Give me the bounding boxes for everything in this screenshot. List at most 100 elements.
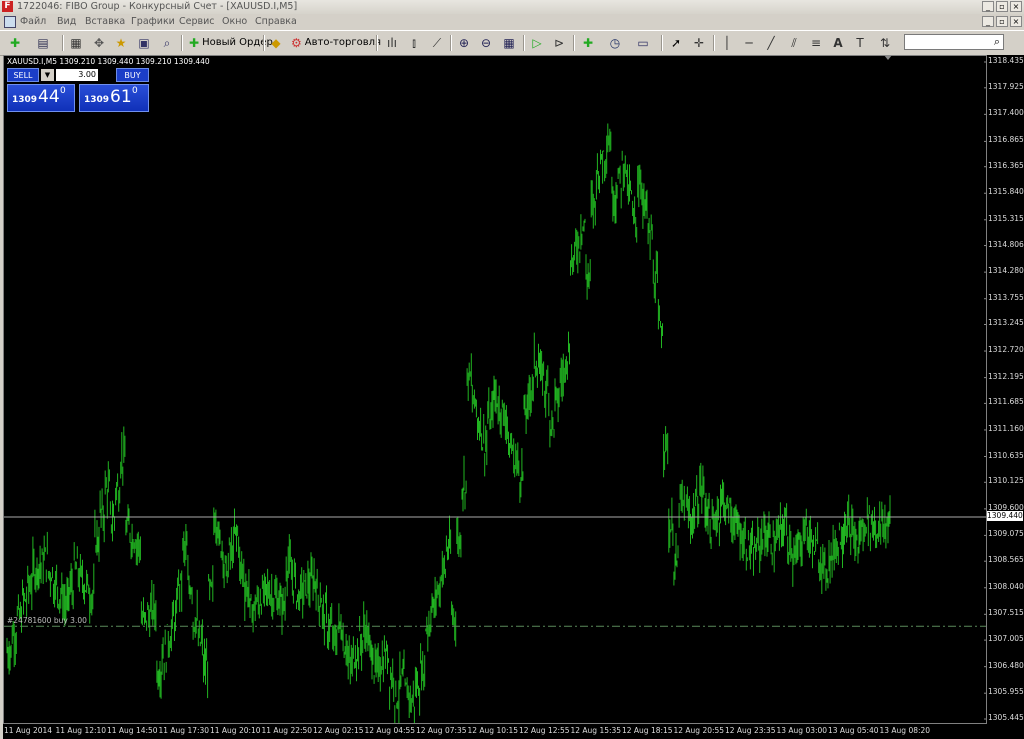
y-tick-label: 1312.720 [988, 345, 1024, 355]
title-bar: F 1722046: FIBO Group - Конкурсный Счет … [0, 0, 1024, 15]
navigator-icon[interactable]: ✥ [90, 34, 108, 51]
buy-price-big: 61 [110, 87, 132, 107]
y-tick-label: 1313.755 [988, 292, 1024, 302]
lot-size-field[interactable]: 3.00 [56, 69, 98, 81]
x-tick-label: 13 Aug 05:40 [828, 726, 879, 735]
y-tick-label: 1314.280 [988, 266, 1024, 276]
menu-bar: Файл Вид Вставка Графики Сервис Окно Спр… [0, 14, 1024, 30]
zoom-in-icon[interactable]: ⊕ [455, 34, 473, 51]
y-tick-label: 1315.315 [988, 213, 1024, 223]
profiles-icon[interactable]: ▤ [34, 34, 52, 51]
sell-button[interactable]: SELL [7, 68, 39, 82]
templates-icon[interactable]: ▭ [634, 34, 652, 51]
mdi-close-button[interactable]: × [1010, 16, 1022, 27]
trend-line-icon[interactable]: ╱ [762, 34, 780, 51]
x-tick-label: 11 Aug 14:50 [107, 726, 158, 735]
y-tick-label: 1305.955 [988, 687, 1024, 697]
y-tick-label: 1311.160 [988, 423, 1024, 433]
autoscroll-icon[interactable]: ▷ [528, 34, 546, 51]
vertical-line-icon[interactable]: │ [718, 34, 736, 51]
channel-icon[interactable]: ⫽ [785, 34, 803, 51]
x-tick-label: 12 Aug 15:35 [570, 726, 622, 735]
y-tick-label: 1307.005 [988, 634, 1024, 644]
terminal-icon[interactable]: ▣ [135, 34, 153, 51]
chart-shift-icon[interactable]: ⊳ [550, 34, 568, 51]
y-tick-label: 1316.365 [988, 160, 1024, 170]
menu-insert[interactable]: Вставка [85, 15, 125, 29]
price-chart[interactable]: XAUUSD.I,M5 1309.210 1309.440 1309.210 1… [3, 55, 987, 724]
lot-decrease-icon[interactable]: ▼ [41, 69, 54, 81]
sell-price-big: 44 [38, 87, 60, 107]
x-tick-label: 12 Aug 23:35 [725, 726, 776, 735]
new-order-icon: ✚ [189, 35, 200, 50]
menu-help[interactable]: Справка [255, 15, 297, 29]
buy-price-button[interactable]: 1309 61 0 [79, 84, 149, 112]
x-tick-label: 11 Aug 2014 [4, 726, 53, 735]
menu-window[interactable]: Окно [222, 15, 247, 29]
x-tick-label: 13 Aug 08:20 [879, 726, 931, 735]
y-tick-label: 1315.840 [988, 187, 1024, 197]
x-tick-label: 12 Aug 18:15 [622, 726, 673, 735]
horizontal-line-icon[interactable]: ─ [740, 34, 758, 51]
x-tick-label: 11 Aug 17:30 [158, 726, 210, 735]
favorites-icon[interactable]: ★ [112, 34, 130, 51]
sell-price-button[interactable]: 1309 44 0 [7, 84, 75, 112]
y-tick-label: 1317.925 [988, 81, 1024, 91]
menu-charts[interactable]: Графики [131, 15, 175, 29]
bar-chart-icon[interactable]: ılı [383, 34, 401, 51]
y-tick-label: 1312.195 [988, 371, 1024, 381]
fibonacci-icon[interactable]: ≡ [807, 34, 825, 51]
y-tick-label: 1318.435 [988, 56, 1024, 65]
close-button[interactable]: × [1010, 1, 1022, 12]
window-title: 1722046: FIBO Group - Конкурсный Счет - … [17, 1, 298, 12]
menu-tools[interactable]: Сервис [179, 15, 215, 29]
arrows-icon[interactable]: ⇅ [876, 34, 894, 51]
chart-header: XAUUSD.I,M5 1309.210 1309.440 1309.210 1… [7, 57, 210, 66]
autotrading-button[interactable]: ⚙ Авто-торговля [288, 34, 384, 51]
y-tick-label: 1313.245 [988, 318, 1024, 328]
text-label-icon[interactable]: T [851, 34, 869, 51]
document-icon[interactable] [4, 16, 16, 28]
menu-file[interactable]: Файл [20, 15, 46, 29]
chart-canvas[interactable] [4, 56, 987, 724]
candlestick-icon[interactable]: ⫾ [405, 34, 423, 51]
minimize-button[interactable]: _ [982, 1, 994, 12]
order-line-label: #24781600 buy 3.00 [7, 616, 87, 626]
search-input[interactable]: ⌕ [904, 34, 1004, 50]
x-tick-label: 12 Aug 20:55 [673, 726, 725, 735]
crosshair-icon[interactable]: ✛ [690, 34, 708, 51]
cursor-icon[interactable]: ➚ [667, 34, 685, 51]
y-tick-label: 1314.806 [988, 239, 1024, 249]
mdi-restore-button[interactable]: ▫ [996, 16, 1008, 27]
mdi-minimize-button[interactable]: _ [982, 16, 994, 27]
x-tick-label: 13 Aug 03:00 [776, 726, 828, 735]
meta-editor-icon[interactable]: ◆ [267, 34, 285, 51]
y-tick-label: 1310.125 [988, 476, 1024, 486]
line-chart-icon[interactable]: ⟋ [428, 34, 446, 51]
search-icon[interactable]: ⌕ [994, 35, 1000, 49]
tile-windows-icon[interactable]: ▦ [500, 34, 518, 51]
text-icon[interactable]: A [829, 34, 847, 51]
zoom-out-icon[interactable]: ⊖ [477, 34, 495, 51]
x-tick-label: 11 Aug 22:50 [261, 726, 313, 735]
maximize-button[interactable]: ▫ [996, 1, 1008, 12]
market-watch-icon[interactable]: ▦ [67, 34, 85, 51]
y-tick-label: 1308.565 [988, 555, 1024, 565]
y-tick-label: 1310.635 [988, 450, 1024, 460]
chart-shift-marker[interactable] [884, 55, 892, 60]
new-chart-icon[interactable]: ✚ [6, 34, 24, 51]
x-tick-label: 12 Aug 02:15 [313, 726, 364, 735]
menu-view[interactable]: Вид [57, 15, 76, 29]
x-tick-label: 12 Aug 04:55 [364, 726, 416, 735]
periods-icon[interactable]: ◷ [606, 34, 624, 51]
x-tick-label: 12 Aug 07:35 [416, 726, 467, 735]
y-tick-label: 1306.480 [988, 660, 1024, 670]
tester-icon[interactable]: ⌕ [158, 34, 176, 51]
buy-price-small: 1309 [84, 95, 110, 105]
sell-price-small: 1309 [12, 95, 38, 105]
y-tick-label: 1309.075 [988, 529, 1024, 539]
x-tick-label: 12 Aug 10:15 [467, 726, 519, 735]
sell-price-sup: 0 [60, 86, 66, 96]
indicators-icon[interactable]: ✚ [579, 34, 597, 51]
buy-button[interactable]: BUY [116, 68, 149, 82]
